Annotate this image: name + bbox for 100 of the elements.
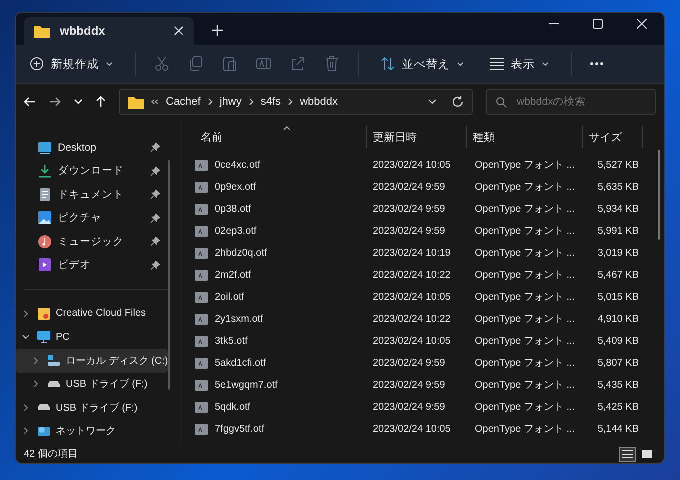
column-header[interactable]: サイズ (583, 126, 643, 148)
share-icon[interactable] (290, 56, 306, 72)
table-cell: 5,144 KB (598, 424, 639, 434)
tree-item[interactable]: USB ドライブ (F:) (16, 396, 168, 420)
search-field[interactable]: wbbddxの検索 (486, 89, 656, 115)
sidebar-item[interactable]: ピクチャ (16, 206, 180, 230)
close-icon[interactable] (637, 19, 647, 29)
new-button[interactable]: 新規作成 (26, 52, 117, 76)
font-file-icon (195, 160, 208, 170)
drive-icon (37, 404, 51, 412)
sidebar-item[interactable]: ドキュメント (16, 183, 180, 206)
font-file-icon (195, 270, 208, 280)
copy-icon[interactable] (188, 56, 204, 72)
table-cell: 2023/02/24 10:05 (373, 292, 451, 302)
table-cell: 2023/02/24 9:59 (373, 204, 446, 214)
chevron-down-icon[interactable] (74, 99, 83, 105)
table-cell-text: OpenType フォント ... (475, 335, 576, 348)
font-file-icon (195, 424, 208, 434)
sidebar-item[interactable]: ビデオ (16, 254, 180, 277)
address-bar[interactable]: Cachef jhwy s4fs wbbddx (119, 89, 473, 115)
table-cell-text: OpenType フォント ... (475, 247, 576, 260)
table-cell-text: OpenType フォント ... (475, 401, 576, 414)
search-icon (496, 96, 507, 108)
folder-icon (34, 24, 50, 38)
paste-icon[interactable] (222, 56, 238, 72)
trash-icon[interactable] (324, 56, 340, 72)
font-file-icon (195, 336, 208, 346)
view-button[interactable]: 表示 (486, 52, 553, 76)
sort-button[interactable]: 並べ替え (377, 52, 468, 76)
tree-item[interactable]: Creative Cloud Files (16, 302, 168, 326)
font-file-icon (195, 358, 208, 368)
maximize-icon[interactable] (593, 19, 603, 29)
table-cell-text: OpenType フォント ... (475, 181, 576, 194)
table-cell: 2023/02/24 10:05 (373, 160, 451, 170)
scrollbar[interactable] (168, 160, 170, 390)
file-name[interactable]: 0ce4xc.otf (215, 160, 261, 170)
file-name[interactable]: 2hbdz0q.otf (215, 248, 268, 258)
sort-icon (381, 57, 395, 71)
chevron-down-icon[interactable] (22, 333, 30, 342)
music-icon (38, 234, 52, 249)
font-file-icon (195, 226, 208, 236)
file-name[interactable]: 02ep3.otf (215, 226, 257, 236)
file-name[interactable]: 7fggv5tf.otf (215, 424, 264, 434)
table-cell: 5,467 KB (598, 270, 639, 280)
tree-item[interactable]: ローカル ディスク (C:) (16, 349, 168, 372)
square-icon (642, 450, 653, 458)
tree-item[interactable]: USB ドライブ (F:) (16, 372, 168, 396)
monitor-icon (37, 330, 51, 344)
column-header[interactable]: 種類 (467, 126, 583, 148)
file-name[interactable]: 2oil.otf (215, 292, 244, 302)
table-cell: 5,527 KB (598, 160, 639, 170)
file-name[interactable]: 5e1wgqm7.otf (215, 380, 278, 390)
table-cell: 5,991 KB (598, 226, 639, 236)
chevron-right-icon[interactable] (32, 356, 40, 365)
sidebar-item[interactable]: ダウンロード (16, 160, 180, 183)
plus-circle-icon (30, 57, 44, 71)
table-cell: 2023/02/24 9:59 (373, 380, 446, 390)
font-file-icon (195, 292, 208, 302)
file-name[interactable]: 2m2f.otf (215, 270, 252, 280)
forward-arrow-icon[interactable] (49, 97, 61, 107)
table-cell-text: OpenType フォント ... (475, 379, 576, 392)
close-icon[interactable] (174, 26, 184, 36)
font-file-icon (195, 380, 208, 390)
file-name[interactable]: 3tk5.otf (215, 336, 248, 346)
sidebar-item[interactable]: ミュージック (16, 230, 180, 254)
file-name[interactable]: 5qdk.otf (215, 402, 251, 412)
table-cell: 2023/02/24 9:59 (373, 402, 446, 412)
chevron-right-icon[interactable] (22, 310, 30, 318)
more-icon[interactable] (590, 62, 604, 66)
table-cell-text: OpenType フォント ... (475, 225, 576, 238)
column-header[interactable]: 名前 (181, 126, 367, 148)
chevron-right-icon[interactable] (32, 380, 40, 388)
document-icon (38, 188, 52, 202)
table-cell: 2023/02/24 9:59 (373, 358, 446, 368)
scrollbar[interactable] (658, 150, 660, 240)
folder-tab[interactable]: wbbddx (24, 17, 194, 45)
back-arrow-icon[interactable] (24, 97, 36, 107)
drive-icon (47, 380, 61, 388)
file-name[interactable]: 0p9ex.otf (215, 182, 256, 192)
file-name[interactable]: 0p38.otf (215, 204, 252, 214)
picture-icon (38, 211, 52, 226)
tree-item[interactable]: ネットワーク (16, 420, 168, 443)
table-cell: 2023/02/24 10:05 (373, 424, 451, 434)
rename-icon[interactable] (256, 56, 272, 72)
cut-icon[interactable] (154, 56, 170, 72)
file-name[interactable]: 5akd1cfi.otf (215, 358, 266, 368)
table-cell: 2023/02/24 10:19 (373, 248, 451, 258)
sidebar-item[interactable]: Desktop (16, 136, 180, 160)
table-cell: 2023/02/24 10:22 (373, 270, 451, 280)
tree-item[interactable]: PC (16, 326, 168, 349)
file-name[interactable]: 2y1sxm.otf (215, 314, 264, 324)
up-arrow-icon[interactable] (96, 96, 106, 108)
column-header[interactable]: 更新日時 (367, 126, 467, 148)
list-icon (490, 58, 504, 70)
details-view-button[interactable] (619, 446, 636, 462)
table-cell: 2023/02/24 10:05 (373, 336, 451, 346)
font-file-icon (195, 248, 208, 258)
chevron-right-icon[interactable] (22, 404, 30, 412)
chevron-right-icon[interactable] (22, 427, 30, 436)
new-tab-icon[interactable] (212, 25, 223, 36)
